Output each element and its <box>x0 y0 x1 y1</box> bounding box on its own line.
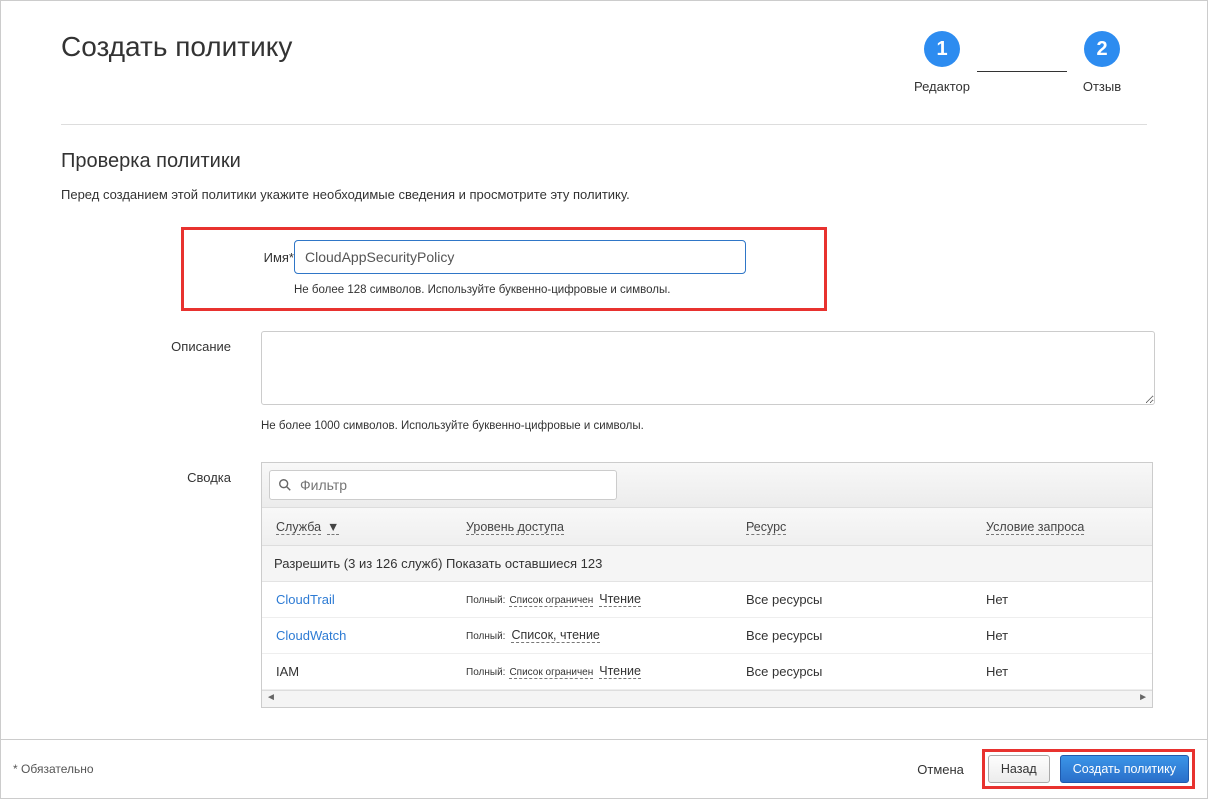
summary-label: Сводка <box>61 462 231 485</box>
filter-input-wrap[interactable] <box>269 470 617 500</box>
back-button[interactable]: Назад <box>988 755 1050 783</box>
service-link[interactable]: CloudWatch <box>276 628 346 643</box>
divider <box>61 124 1147 125</box>
access-full: Полный: <box>466 631 505 642</box>
scroll-right-icon[interactable]: ► <box>1138 692 1148 703</box>
condition-cell: Нет <box>986 664 1142 679</box>
access-cell: Полный: Список ограничен Чтение <box>466 592 746 607</box>
resource-cell: Все ресурсы <box>746 592 986 607</box>
condition-cell: Нет <box>986 592 1142 607</box>
policy-name-input[interactable] <box>294 240 746 274</box>
access-main: Чтение <box>599 592 641 607</box>
wizard-steps: 1 Редактор 2 Отзыв <box>907 31 1137 94</box>
access-full: Полный: <box>466 595 505 606</box>
footer-bar: * Обязательно Отмена Назад Создать полит… <box>1 739 1207 798</box>
access-partial: Список ограничен <box>509 667 593 679</box>
horizontal-scrollbar[interactable]: ◄ ► <box>262 690 1152 707</box>
wizard-step-2[interactable]: 2 Отзыв <box>1067 31 1137 94</box>
col-resource[interactable]: Ресурс <box>746 520 786 535</box>
sort-caret-icon[interactable]: ▼ <box>327 520 339 535</box>
name-highlight-box: Имя* Не более 128 символов. Используйте … <box>181 227 827 311</box>
allow-summary-row[interactable]: Разрешить (3 из 126 служб) Показать оста… <box>262 546 1152 582</box>
search-icon <box>278 478 292 492</box>
col-condition[interactable]: Условие запроса <box>986 520 1084 535</box>
table-row: IAMПолный: Список ограничен Чтение Все ресу… <box>262 654 1152 690</box>
wizard-step-1-num: 1 <box>924 31 960 67</box>
description-label: Описание <box>61 331 231 354</box>
wizard-connector <box>977 71 1067 72</box>
section-title: Проверка политики <box>61 150 1147 173</box>
access-main: Список, чтение <box>511 628 599 643</box>
resource-cell: Все ресурсы <box>746 628 986 643</box>
filter-bar <box>262 463 1152 508</box>
name-hint: Не более 128 символов. Используйте букве… <box>294 284 804 296</box>
service-text: IAM <box>272 664 466 679</box>
service-link[interactable]: CloudTrail <box>276 592 335 607</box>
table-row: CloudWatch Полный: Список, чтение Все ресур… <box>262 618 1152 654</box>
condition-cell: Нет <box>986 628 1142 643</box>
access-main: Чтение <box>599 664 641 679</box>
filter-input[interactable] <box>298 476 608 494</box>
access-full: Полный: <box>466 667 505 678</box>
wizard-step-1[interactable]: 1 Редактор <box>907 31 977 94</box>
section-subtext: Перед созданием этой политики укажите не… <box>61 187 1147 202</box>
footer-highlight-box: Назад Создать политику <box>982 749 1195 789</box>
wizard-step-2-num: 2 <box>1084 31 1120 67</box>
scroll-left-icon[interactable]: ◄ <box>266 692 276 703</box>
access-cell: Полный: Список, чтение <box>466 628 746 643</box>
col-service[interactable]: Служба <box>276 520 321 535</box>
resource-cell: Все ресурсы <box>746 664 986 679</box>
access-partial: Список ограничен <box>509 595 593 607</box>
table-row: CloudTrail Полный: Список ограничен Чтение В… <box>262 582 1152 618</box>
description-hint: Не более 1000 символов. Используйте букв… <box>261 420 1155 432</box>
wizard-step-2-label: Отзыв <box>1083 79 1121 94</box>
access-cell: Полный: Список ограничен Чтение <box>466 664 746 679</box>
page-title: Создать политику <box>61 31 292 63</box>
summary-header-row: Служба ▼ Уровень доступа Ресурс Условие з… <box>262 508 1152 546</box>
name-label: Имя* <box>234 240 294 274</box>
description-textarea[interactable] <box>261 331 1155 405</box>
required-note: * Обязательно <box>13 762 917 776</box>
wizard-step-1-label: Редактор <box>914 79 970 94</box>
create-policy-button[interactable]: Создать политику <box>1060 755 1189 783</box>
col-access[interactable]: Уровень доступа <box>466 520 564 535</box>
summary-table: Служба ▼ Уровень доступа Ресурс Условие з… <box>261 462 1153 708</box>
cancel-link[interactable]: Отмена <box>917 762 964 777</box>
